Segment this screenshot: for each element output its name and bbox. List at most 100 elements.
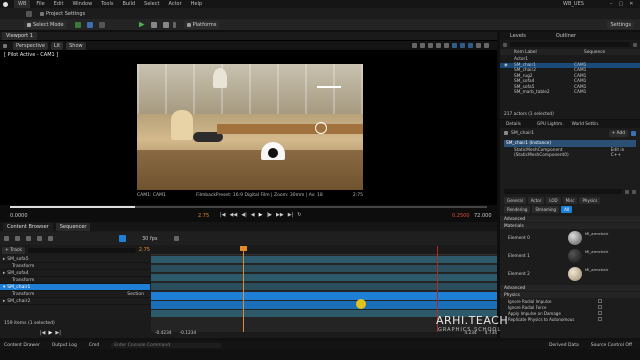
track-row[interactable]: Transform [0, 277, 150, 284]
checkbox[interactable] [598, 299, 602, 303]
grid-view-icon[interactable] [625, 189, 629, 194]
component-row[interactable]: StaticMeshComponent (StaticMeshComponent… [504, 147, 636, 159]
menu-file[interactable]: File [36, 1, 44, 7]
settings-dropdown[interactable]: Settings [607, 20, 634, 29]
checkbox[interactable] [598, 305, 602, 309]
reverse-icon[interactable]: ◀ [251, 212, 255, 218]
filter-general[interactable]: General [504, 197, 526, 204]
cinematics-icon[interactable] [98, 21, 105, 28]
material-name[interactable]: MI_armchair [585, 249, 608, 254]
menu-select[interactable]: Select [144, 1, 159, 7]
loop-icon[interactable]: ↻ [297, 212, 301, 218]
blueprint-icon[interactable] [631, 130, 636, 136]
playhead-handle[interactable] [240, 246, 247, 251]
sequencer-tab[interactable]: Sequencer [55, 222, 91, 231]
jump-end-icon[interactable]: ▶| [288, 212, 294, 218]
move-tool-icon[interactable] [420, 43, 425, 48]
time-ruler[interactable] [151, 246, 497, 255]
timeline-track[interactable] [151, 265, 497, 272]
maximize-icon[interactable]: ▢ [619, 1, 624, 7]
world-icon[interactable] [444, 43, 449, 48]
checkbox[interactable] [598, 317, 602, 321]
hamburger-icon[interactable] [3, 43, 7, 48]
section-label[interactable]: Section [127, 292, 144, 297]
prev-key-icon[interactable]: ◀◀ [230, 212, 238, 218]
menu-actor[interactable]: Actor [168, 1, 181, 7]
timeline-track[interactable] [151, 301, 497, 309]
track-row[interactable]: Transform Section [0, 291, 150, 298]
content-drawer-button[interactable]: Content Drawer [4, 343, 40, 348]
blueprint-icon[interactable] [86, 21, 93, 28]
expand-icon[interactable]: ▸ [3, 257, 5, 262]
platforms-dropdown[interactable]: Platforms [183, 20, 220, 29]
project-settings-tab[interactable]: Project Settings [40, 11, 85, 17]
levels-tab[interactable]: Levels [510, 33, 526, 39]
link-icon[interactable] [173, 236, 179, 241]
step-icon[interactable] [150, 21, 157, 28]
menu-build[interactable]: Build [122, 1, 135, 7]
world-settings-tab[interactable]: World Settin. [572, 122, 600, 127]
source-control-button[interactable]: Source Control Off [591, 343, 632, 348]
menu-tools[interactable]: Tools [101, 1, 113, 7]
filter-streaming[interactable]: Streaming [532, 206, 560, 213]
material-thumb[interactable] [568, 249, 582, 263]
edit-cpp-link[interactable]: Edit in C++ [611, 148, 634, 158]
details-search[interactable] [504, 189, 622, 194]
perspective-button[interactable]: Perspective [13, 41, 48, 50]
expand-icon[interactable]: ▸ [3, 299, 5, 304]
add-actor-icon[interactable] [503, 42, 507, 47]
timeline-track[interactable] [151, 274, 497, 281]
col-item-label[interactable]: Item Label [514, 50, 584, 55]
save-sequence-icon[interactable] [4, 236, 9, 241]
grid-snap-icon[interactable] [452, 43, 457, 48]
seq-jump-end-icon[interactable]: ▶| [55, 330, 61, 336]
camera-icon[interactable] [37, 236, 42, 241]
add-content-icon[interactable] [74, 21, 81, 28]
track-row[interactable]: ▸ SM_sofa4 [0, 270, 150, 277]
material-thumb[interactable] [568, 231, 582, 245]
menu-window[interactable]: Window [72, 1, 92, 7]
select-mode-dropdown[interactable]: Select Mode [24, 20, 67, 29]
track-search-input[interactable] [27, 247, 136, 253]
advanced-section[interactable]: Advanced [500, 216, 640, 222]
filter-physics[interactable]: Physics [579, 197, 601, 204]
filter-lod[interactable]: LOD [546, 197, 561, 204]
close-icon[interactable]: ✕ [629, 1, 633, 7]
details-tab[interactable]: Details [506, 122, 521, 127]
next-key-icon[interactable]: ▶▶ [276, 212, 284, 218]
eye-icon[interactable]: ◉ [504, 63, 514, 68]
snap-icon[interactable] [119, 235, 126, 242]
filter-rendering[interactable]: Rendering [504, 206, 531, 213]
settings-icon[interactable] [632, 189, 636, 194]
outliner-row[interactable]: SM_marb_table2 CAM1 [500, 90, 640, 96]
show-button[interactable]: Show [66, 41, 86, 50]
console-input[interactable]: Enter Console Command [111, 342, 222, 348]
expand-icon[interactable]: ▸ [3, 271, 5, 276]
scale-tool-icon[interactable] [436, 43, 441, 48]
filter-actor[interactable]: Actor [527, 197, 545, 204]
render-movie-icon[interactable] [26, 236, 31, 241]
material-name[interactable]: MI_armchair [585, 267, 608, 272]
timeline-track[interactable] [151, 256, 497, 263]
find-icon[interactable] [15, 236, 20, 241]
filter-all[interactable]: All [561, 206, 573, 213]
material-name[interactable]: MI_armchair [585, 231, 608, 236]
timeline-track[interactable] [151, 283, 497, 290]
add-track-button[interactable]: + Track [2, 246, 25, 254]
maximize-viewport-icon[interactable] [484, 43, 489, 48]
prev-frame-icon[interactable]: ◀| [241, 212, 247, 218]
unreal-logo-icon[interactable] [3, 1, 8, 7]
seq-jump-start-icon[interactable]: |◀ [40, 330, 46, 336]
menu-edit[interactable]: Edit [54, 1, 64, 7]
cmd-dropdown[interactable]: Cmd [89, 343, 99, 348]
timeline-track-selected[interactable] [151, 292, 497, 300]
filter-misc[interactable]: Misc [562, 197, 578, 204]
track-row[interactable]: ▸ SM_sofa5 [0, 256, 150, 263]
viewport-tab[interactable]: Viewport 1 [2, 32, 37, 40]
menu-help[interactable]: Help [191, 1, 202, 7]
key-icon[interactable] [48, 236, 53, 241]
col-type[interactable]: Sequence [584, 50, 605, 55]
play-icon[interactable] [138, 21, 145, 28]
advanced-section-2[interactable]: Advanced [500, 285, 640, 291]
derived-data-button[interactable]: Derived Data [549, 343, 579, 348]
